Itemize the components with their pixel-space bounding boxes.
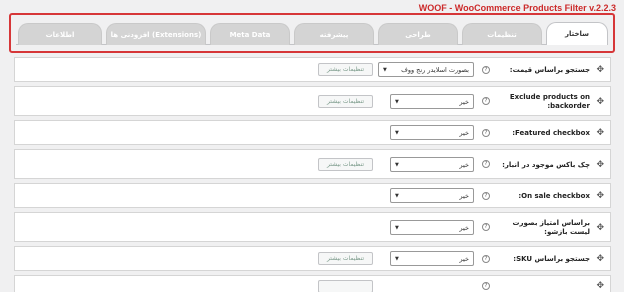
item-select[interactable]: خیر ▼ — [390, 220, 474, 235]
list-item: ✥ چک باکس موجود در انبار: ? خیر ▼ تنظیما… — [14, 149, 611, 179]
move-arrows-icon[interactable]: ✥ — [596, 97, 604, 107]
list-item: ✥ جستجو براساس SKU: ? خیر ▼ تنظیمات بیشت… — [14, 246, 611, 271]
question-circle-icon[interactable]: ? — [482, 97, 490, 105]
item-label: چک باکس موجود در انبار: — [502, 161, 590, 169]
move-arrows-icon[interactable]: ✥ — [596, 281, 604, 291]
caret-down-icon: ▼ — [395, 129, 399, 136]
caret-down-icon: ▼ — [383, 66, 387, 73]
more-settings-button[interactable] — [318, 280, 373, 292]
item-label: Exclude products on backorder: — [509, 93, 590, 110]
item-select-value: خیر — [459, 160, 469, 169]
item-select[interactable]: خیر ▼ — [390, 251, 474, 266]
list-item: ✥ Featured checkbox: ? خیر ▼ — [14, 120, 611, 145]
item-label: جستجو براساس قیمت: — [509, 66, 590, 74]
question-circle-icon[interactable]: ? — [482, 66, 490, 74]
more-settings-button[interactable]: تنظیمات بیشتر — [318, 252, 373, 265]
tab-advanced[interactable]: پیشرفته — [294, 23, 374, 45]
move-arrows-icon[interactable]: ✥ — [596, 191, 604, 201]
tab-settings[interactable]: تنظیمات — [462, 23, 542, 45]
tab-meta-data[interactable]: Meta Data — [210, 23, 290, 45]
question-circle-icon[interactable]: ? — [482, 129, 490, 137]
item-select[interactable]: بصورت اسلایدر رنج ووف ▼ — [378, 62, 474, 77]
item-label: جستجو براساس SKU: — [513, 255, 590, 263]
item-label: براساس امتیاز بصورت لیست بازشو: — [512, 219, 590, 236]
filter-items-list: ✥ جستجو براساس قیمت: ? بصورت اسلایدر رنج… — [14, 57, 611, 292]
more-settings-button[interactable]: تنظیمات بیشتر — [318, 158, 373, 171]
move-arrows-icon[interactable]: ✥ — [596, 128, 604, 138]
more-settings-button[interactable]: تنظیمات بیشتر — [318, 63, 373, 76]
question-circle-icon[interactable]: ? — [482, 255, 490, 263]
item-select[interactable]: خیر ▼ — [390, 157, 474, 172]
caret-down-icon: ▼ — [395, 255, 399, 262]
tab-structure[interactable]: ساختار — [546, 22, 608, 45]
caret-down-icon: ▼ — [395, 224, 399, 231]
question-circle-icon[interactable]: ? — [482, 223, 490, 231]
item-select-value: خیر — [459, 191, 469, 200]
item-select-value: بصورت اسلایدر رنج ووف — [401, 65, 469, 74]
question-circle-icon[interactable]: ? — [482, 192, 490, 200]
tab-design[interactable]: طراحی — [378, 23, 458, 45]
caret-down-icon: ▼ — [395, 192, 399, 199]
list-item: ✥ ? — [14, 275, 611, 292]
move-arrows-icon[interactable]: ✥ — [596, 160, 604, 170]
move-arrows-icon[interactable]: ✥ — [596, 65, 604, 75]
move-arrows-icon[interactable]: ✥ — [596, 223, 604, 233]
woof-settings-page: WOOF - WooCommerce Products Filter v.2.2… — [0, 0, 624, 292]
item-select[interactable]: خیر ▼ — [390, 188, 474, 203]
item-label: Featured checkbox: — [512, 129, 590, 137]
settings-tabbar: ساختار تنظیمات طراحی پیشرفته Meta Data ا… — [16, 20, 608, 45]
move-arrows-icon[interactable]: ✥ — [596, 254, 604, 264]
item-label: On sale checkbox: — [518, 192, 590, 200]
list-item: ✥ براساس امتیاز بصورت لیست بازشو: ? خیر … — [14, 212, 611, 242]
plugin-title: WOOF - WooCommerce Products Filter v.2.2… — [418, 3, 616, 13]
item-select[interactable]: خیر ▼ — [390, 125, 474, 140]
caret-down-icon: ▼ — [395, 161, 399, 168]
more-settings-button[interactable]: تنظیمات بیشتر — [318, 95, 373, 108]
item-select-value: خیر — [459, 128, 469, 137]
tab-extensions[interactable]: افزودنی ها (Extensions) — [106, 23, 206, 45]
list-item: ✥ جستجو براساس قیمت: ? بصورت اسلایدر رنج… — [14, 57, 611, 82]
caret-down-icon: ▼ — [395, 98, 399, 105]
item-select-value: خیر — [459, 223, 469, 232]
list-item: ✥ Exclude products on backorder: ? خیر ▼… — [14, 86, 611, 116]
item-select[interactable]: خیر ▼ — [390, 94, 474, 109]
list-item: ✥ On sale checkbox: ? خیر ▼ — [14, 183, 611, 208]
tab-info[interactable]: اطلاعات — [18, 23, 102, 45]
item-select-value: خیر — [459, 254, 469, 263]
question-circle-icon[interactable]: ? — [482, 282, 490, 290]
question-circle-icon[interactable]: ? — [482, 160, 490, 168]
item-select-value: خیر — [459, 97, 469, 106]
